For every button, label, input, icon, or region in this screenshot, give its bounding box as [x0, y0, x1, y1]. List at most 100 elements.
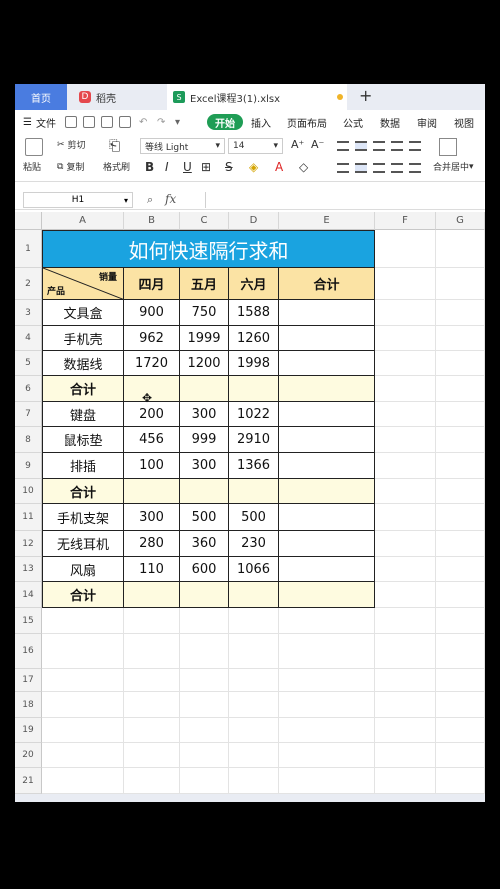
subtotal-cell[interactable] [229, 376, 279, 402]
row-header[interactable]: 6 [15, 376, 42, 402]
data-cell[interactable]: 500 [229, 504, 279, 531]
row-header[interactable]: 8 [15, 427, 42, 453]
data-cell[interactable]: 280 [124, 531, 180, 557]
data-cell[interactable]: 900 [124, 300, 180, 326]
text-direction-icon[interactable] [391, 141, 403, 151]
paste-button[interactable]: 粘贴 [23, 160, 41, 173]
row-header[interactable]: 11 [15, 504, 42, 531]
data-cell[interactable]: 1998 [229, 351, 279, 376]
tab-shell[interactable]: D 稻壳 [75, 84, 165, 110]
row-header[interactable]: 9 [15, 453, 42, 479]
fx-icon[interactable]: fx [165, 192, 176, 206]
row-header[interactable]: 19 [15, 718, 42, 743]
data-cell[interactable]: 1066 [229, 557, 279, 582]
row-header[interactable]: 18 [15, 692, 42, 718]
data-cell[interactable]: 500 [180, 504, 229, 531]
export-icon[interactable] [83, 116, 95, 128]
merge-center-button[interactable]: 合并居中 ▾ [433, 160, 474, 174]
italic-button[interactable]: I [165, 160, 169, 174]
data-cell[interactable]: 200 [124, 402, 180, 427]
column-header[interactable]: E [279, 212, 375, 230]
format-painter-icon[interactable]: ⎗ [109, 138, 120, 154]
data-cell[interactable]: 360 [180, 531, 229, 557]
select-all-corner[interactable] [15, 212, 42, 230]
row-header[interactable]: 16 [15, 634, 42, 669]
data-cell[interactable] [279, 504, 375, 531]
data-cell[interactable]: 排插 [42, 453, 124, 479]
menu-formula[interactable]: 公式 [343, 110, 363, 134]
data-cell[interactable]: 1588 [229, 300, 279, 326]
data-cell[interactable]: 750 [180, 300, 229, 326]
font-color-icon[interactable]: A [275, 160, 283, 174]
data-cell[interactable]: 110 [124, 557, 180, 582]
menu-start[interactable]: 开始 [207, 114, 243, 130]
data-cell[interactable]: 300 [180, 453, 229, 479]
menu-data[interactable]: 数据 [380, 110, 400, 134]
column-header[interactable]: F [375, 212, 436, 230]
subtotal-cell[interactable] [124, 582, 180, 608]
format-painter-button[interactable]: 格式刷 [103, 160, 130, 173]
subtotal-cell[interactable]: 合计 [42, 479, 124, 504]
data-cell[interactable]: 1260 [229, 326, 279, 351]
row-header[interactable]: 10 [15, 479, 42, 504]
column-header[interactable]: D [229, 212, 279, 230]
menu-view[interactable]: 视图 [454, 110, 474, 134]
subtotal-cell[interactable] [279, 582, 375, 608]
more-icon[interactable]: ▾ [175, 110, 180, 134]
clear-format-icon[interactable]: ◇ [299, 160, 308, 174]
subtotal-cell[interactable] [180, 376, 229, 402]
data-cell[interactable]: 1022 [229, 402, 279, 427]
header-cell[interactable]: 四月 [124, 268, 180, 300]
font-family-select[interactable]: 等线 Light ▾ [140, 138, 225, 154]
align-right-icon[interactable] [373, 163, 385, 173]
zoom-icon[interactable]: ⌕ [147, 193, 153, 207]
row-header[interactable]: 14 [15, 582, 42, 608]
subtotal-cell[interactable]: 合计 [42, 376, 124, 402]
column-header[interactable]: G [436, 212, 485, 230]
data-cell[interactable]: 300 [124, 504, 180, 531]
row-header[interactable]: 20 [15, 743, 42, 768]
strikethrough-icon[interactable]: S̶ [225, 160, 233, 174]
data-cell[interactable]: 999 [180, 427, 229, 453]
subtotal-cell[interactable] [279, 376, 375, 402]
data-cell[interactable] [279, 326, 375, 351]
distribute-icon[interactable] [409, 163, 421, 173]
data-cell[interactable] [279, 453, 375, 479]
column-header[interactable]: A [42, 212, 124, 230]
print-icon[interactable] [101, 116, 113, 128]
align-left-icon[interactable] [337, 163, 349, 173]
data-cell[interactable] [279, 351, 375, 376]
tab-home[interactable]: 首页 [15, 84, 67, 110]
subtotal-cell[interactable] [279, 479, 375, 504]
row-header[interactable]: 4 [15, 326, 42, 351]
subtotal-cell[interactable] [229, 582, 279, 608]
data-cell[interactable]: 风扇 [42, 557, 124, 582]
decrease-font-icon[interactable]: A⁻ [311, 138, 324, 151]
column-header[interactable]: B [124, 212, 180, 230]
align-bottom-icon[interactable] [373, 141, 385, 151]
row-header[interactable]: 5 [15, 351, 42, 376]
data-cell[interactable]: 1366 [229, 453, 279, 479]
subtotal-cell[interactable] [124, 479, 180, 504]
data-cell[interactable]: 手机支架 [42, 504, 124, 531]
align-center-icon[interactable] [355, 163, 367, 173]
data-cell[interactable]: 文具盒 [42, 300, 124, 326]
sheet-title-cell[interactable]: 如何快速隔行求和 [42, 230, 375, 268]
header-cell[interactable]: 五月 [180, 268, 229, 300]
bold-button[interactable]: B [145, 160, 154, 174]
subtotal-cell[interactable]: 合计 [42, 582, 124, 608]
data-cell[interactable]: 键盘 [42, 402, 124, 427]
header-cell[interactable]: 六月 [229, 268, 279, 300]
indent-icon[interactable] [409, 141, 421, 151]
data-cell[interactable]: 300 [180, 402, 229, 427]
increase-font-icon[interactable]: A⁺ [291, 138, 304, 151]
data-cell[interactable]: 数据线 [42, 351, 124, 376]
row-header[interactable]: 17 [15, 669, 42, 692]
subtotal-cell[interactable] [180, 582, 229, 608]
data-cell[interactable]: 无线耳机 [42, 531, 124, 557]
paste-icon[interactable] [25, 138, 43, 156]
data-cell[interactable] [279, 557, 375, 582]
name-box[interactable]: H1 ▾ [23, 192, 133, 208]
menu-review[interactable]: 审阅 [417, 110, 437, 134]
align-top-icon[interactable] [337, 141, 349, 151]
